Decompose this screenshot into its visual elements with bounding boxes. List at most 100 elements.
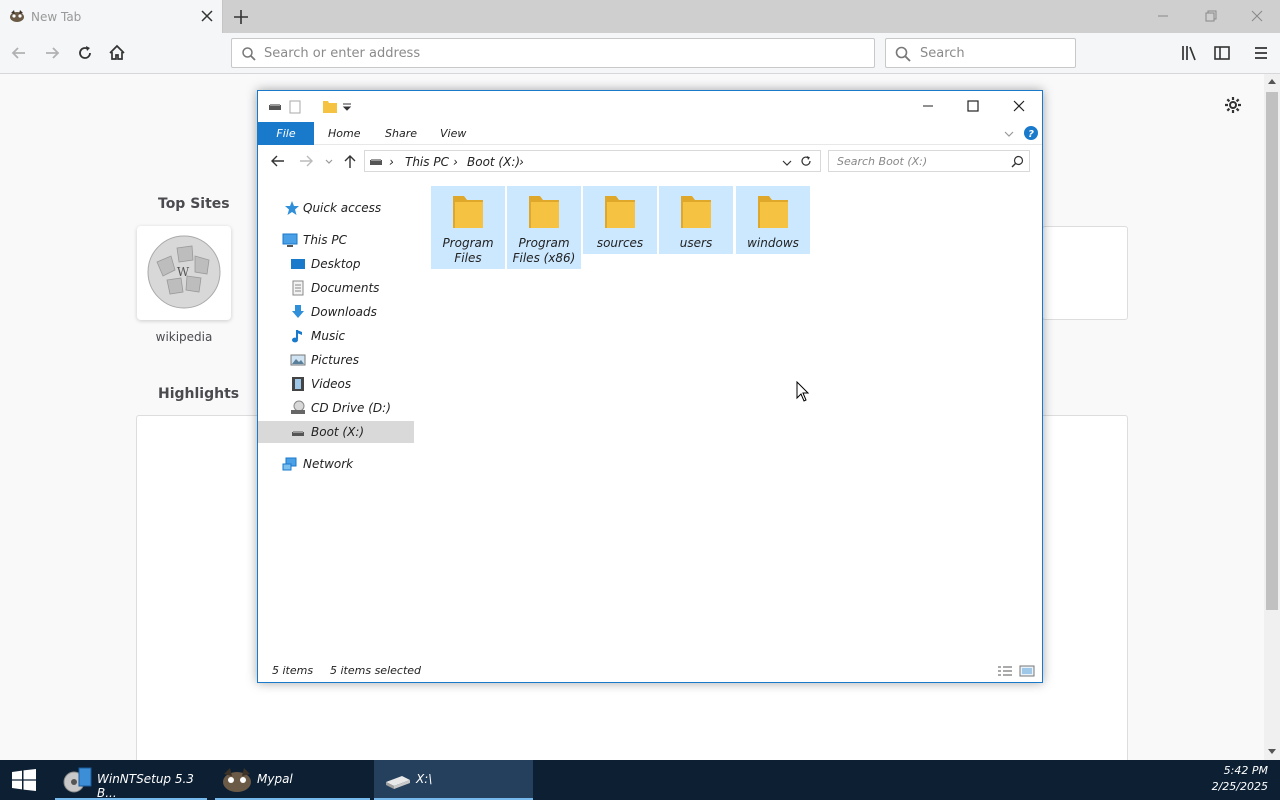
ribbon-tab-home[interactable]: Home (328, 122, 360, 145)
nav-this-pc-label: This PC (303, 233, 347, 247)
hamburger-menu-icon[interactable] (1251, 43, 1271, 63)
address-drive-icon (369, 155, 383, 170)
navigation-pane: Quick access This PC Desktop Documents D… (258, 187, 418, 657)
explorer-minimize-icon[interactable] (919, 97, 937, 115)
folder-icon (678, 192, 714, 235)
nav-desktop[interactable]: Desktop (290, 253, 414, 275)
pictures-icon (290, 352, 306, 368)
ribbon-tab-view[interactable]: View (440, 122, 466, 145)
nav-network[interactable]: Network (282, 453, 414, 475)
top-site-tile-wikipedia[interactable]: W (137, 226, 231, 320)
folder-sources[interactable]: sources (583, 186, 657, 254)
navigation-toolbar (0, 33, 1280, 74)
explorer-search-box[interactable]: Search Boot (X:) (828, 150, 1030, 172)
nav-pictures[interactable]: Pictures (290, 349, 414, 371)
home-icon[interactable] (107, 43, 127, 63)
explorer-back-icon[interactable] (270, 154, 286, 171)
top-site-label: wikipedia (155, 330, 213, 344)
address-dropdown-icon[interactable] (781, 157, 793, 171)
search-input[interactable] (920, 39, 1070, 67)
folder-icon (602, 192, 638, 235)
expand-ribbon-icon[interactable] (1003, 128, 1015, 142)
folder-program-files-x86[interactable]: Program Files (x86) (507, 186, 581, 269)
start-button[interactable] (0, 760, 48, 800)
nav-documents-label: Documents (311, 281, 380, 295)
sidebar-toggle-icon[interactable] (1212, 43, 1232, 63)
reload-icon[interactable] (75, 43, 95, 63)
ribbon-tab-file[interactable]: File (258, 122, 314, 145)
nav-downloads[interactable]: Downloads (290, 301, 414, 323)
back-arrow-icon[interactable] (9, 43, 29, 63)
taskbar-item-mypal[interactable]: Mypal (215, 760, 370, 800)
restore-icon[interactable] (1203, 8, 1219, 24)
url-input[interactable] (264, 39, 864, 67)
folder-icon (755, 192, 791, 235)
properties-icon[interactable] (289, 100, 301, 117)
explorer-title-bar[interactable] (258, 91, 1042, 122)
library-icon[interactable] (1180, 43, 1200, 63)
refresh-icon[interactable] (799, 154, 813, 171)
folder-program-files[interactable]: Program Files (431, 186, 505, 269)
mouse-cursor-icon (796, 380, 810, 406)
breadcrumb-separator[interactable]: › (389, 155, 394, 169)
close-window-icon[interactable] (1249, 8, 1265, 24)
network-icon (282, 456, 298, 472)
folder-users[interactable]: users (659, 186, 733, 254)
gear-icon[interactable] (1224, 96, 1242, 114)
folder-icon (450, 192, 486, 235)
explorer-maximize-icon[interactable] (964, 97, 982, 115)
new-tab-button[interactable] (230, 6, 252, 28)
folder-icon (526, 192, 562, 235)
forward-arrow-icon[interactable] (42, 43, 62, 63)
folder-label: Program Files (x86) (512, 236, 576, 265)
taskbar-item-explorer[interactable]: X:\ (374, 760, 533, 800)
quick-access-dropdown-icon[interactable] (342, 101, 352, 115)
address-bar[interactable]: › This PC › Boot (X:) › (364, 150, 821, 172)
clock-date: 2/25/2025 (1211, 780, 1268, 793)
breadcrumb-separator[interactable]: › (453, 155, 458, 169)
taskbar-item-winntsetup[interactable]: WinNTSetup 5.3 B... (55, 760, 207, 800)
scroll-down-arrow-icon[interactable] (1266, 745, 1278, 760)
nav-music[interactable]: Music (290, 325, 414, 347)
page-scrollbar-thumb[interactable] (1266, 92, 1278, 610)
up-arrow-icon[interactable] (343, 153, 357, 172)
folder-windows[interactable]: windows (736, 186, 810, 254)
breadcrumb-boot[interactable]: Boot (X:) (467, 155, 520, 169)
nav-boot-drive[interactable]: Boot (X:) (258, 421, 414, 443)
nav-videos[interactable]: Videos (290, 373, 414, 395)
explorer-close-icon[interactable] (1010, 97, 1028, 115)
drive-icon (290, 424, 306, 440)
search-bar[interactable] (885, 38, 1076, 68)
ribbon-tab-share[interactable]: Share (385, 122, 417, 145)
new-folder-icon[interactable] (322, 98, 338, 117)
nav-quick-access[interactable]: Quick access (284, 197, 414, 219)
nav-cd-drive[interactable]: CD Drive (D:) (290, 397, 414, 419)
explorer-forward-icon[interactable] (298, 154, 314, 171)
star-icon (284, 200, 300, 216)
url-bar[interactable] (231, 38, 875, 68)
system-clock[interactable]: 5:42 PM 2/25/2025 (1200, 763, 1268, 795)
help-icon[interactable]: ? (1023, 125, 1039, 144)
nav-this-pc[interactable]: This PC (282, 229, 414, 251)
breadcrumb-this-pc[interactable]: This PC (405, 155, 449, 169)
clock-time: 5:42 PM (1223, 764, 1268, 777)
tab-close-icon[interactable] (199, 8, 215, 24)
recent-locations-icon[interactable] (324, 156, 334, 170)
explorer-search-placeholder: Search Boot (X:) (837, 155, 928, 168)
large-icons-view-icon[interactable] (1019, 664, 1035, 681)
folder-label: windows (747, 236, 799, 250)
nav-pictures-label: Pictures (311, 353, 360, 367)
nav-boot-drive-label: Boot (X:) (311, 425, 365, 439)
address-row: › This PC › Boot (X:) › Search Boot (X:) (258, 149, 1042, 175)
tab-new-tab[interactable]: New Tab (0, 0, 223, 33)
folder-label: users (679, 236, 713, 250)
tab-title: New Tab (31, 10, 82, 24)
minimize-icon[interactable] (1155, 8, 1171, 24)
svg-text:W: W (177, 265, 190, 279)
breadcrumb-separator[interactable]: › (519, 155, 524, 169)
file-explorer-window: File Home Share View ? › This PC › Boot … (257, 90, 1043, 683)
nav-documents[interactable]: Documents (290, 277, 414, 299)
nav-videos-label: Videos (311, 377, 352, 391)
scroll-up-arrow-icon[interactable] (1266, 76, 1278, 91)
details-view-icon[interactable] (997, 664, 1013, 681)
